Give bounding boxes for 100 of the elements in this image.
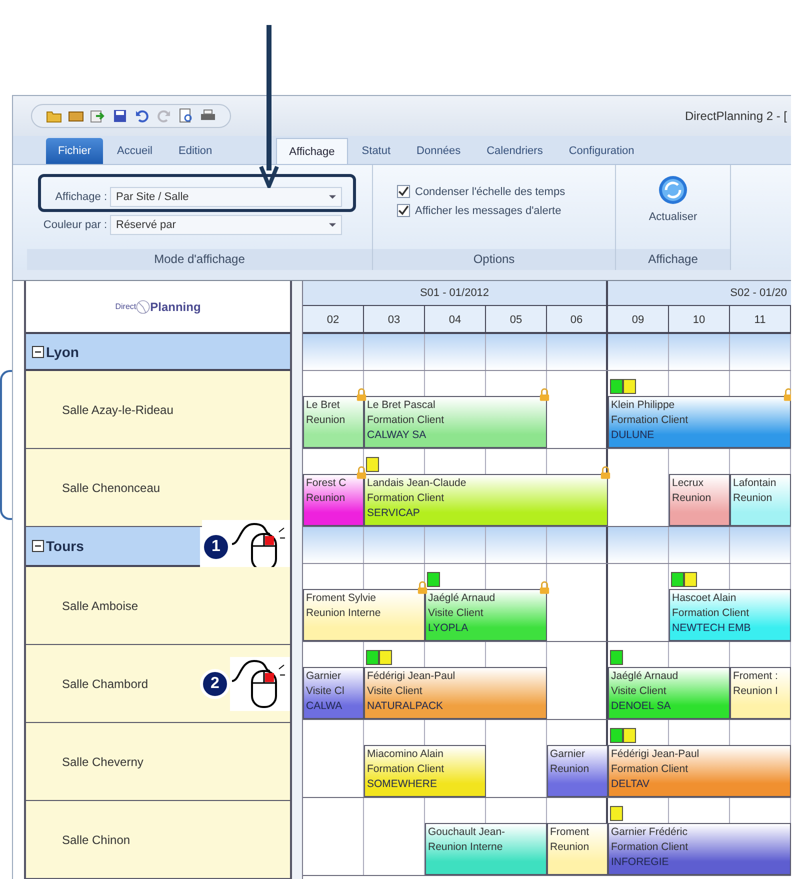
- logo: Direct Planning: [115, 300, 201, 314]
- booking-type: Reunion: [550, 840, 590, 855]
- preview-icon[interactable]: [178, 108, 194, 124]
- booking-client: DULUNE: [611, 428, 656, 443]
- import-icon[interactable]: [90, 108, 106, 124]
- dropdown[interactable]: Réservé par: [110, 215, 342, 235]
- booking-type: Formation Client: [367, 491, 446, 506]
- booking-name: Gouchault Jean-: [428, 825, 506, 840]
- undo-icon[interactable]: [134, 108, 150, 124]
- booking[interactable]: Froment Sylvie Reunion Interne: [303, 589, 425, 641]
- checkbox-label: Afficher les messages d'alerte: [415, 204, 562, 216]
- booking-name: Jaéglé Arnaud: [611, 669, 680, 684]
- ribbon-tab[interactable]: Données: [404, 138, 473, 164]
- booking[interactable]: Lafontain Reunion: [730, 474, 791, 526]
- room-name: Salle Azay-le-Rideau: [62, 402, 174, 416]
- booking[interactable]: Jaéglé Arnaud Visite Client LYOPLA: [425, 589, 547, 641]
- booking-type: Formation Client: [367, 762, 446, 777]
- booking-name: Fédérigi Jean-Paul: [367, 669, 456, 684]
- day-header: 06: [547, 306, 608, 334]
- week-header: S01 - 01/2012: [303, 281, 608, 306]
- booking[interactable]: Miacomino Alain Formation Client SOMEWHERE: [364, 745, 486, 797]
- week-header: S02 - 01/20: [608, 281, 791, 306]
- day-header: 11: [730, 306, 791, 334]
- save-icon[interactable]: [112, 108, 128, 124]
- booking[interactable]: Landais Jean-Claude Formation Client SERVICAP: [364, 474, 608, 526]
- room-name: Salle Chenonceau: [62, 480, 160, 494]
- booking-type: Visite Client: [428, 606, 484, 621]
- collapse-icon[interactable]: [32, 540, 44, 552]
- room-name: Salle Chinon: [62, 832, 130, 846]
- ribbon-tab[interactable]: Edition: [166, 138, 224, 164]
- field-label: Affichage :: [54, 191, 107, 203]
- ribbon-tab[interactable]: Calendriers: [474, 138, 555, 164]
- booking[interactable]: Garnier Visite Cl CALWA: [303, 667, 364, 719]
- booking-type: Reunion Interne: [306, 606, 382, 621]
- caret-icon[interactable]: [329, 223, 336, 227]
- booking[interactable]: Jaéglé Arnaud Visite Client DENOEL SA: [608, 667, 730, 719]
- window-title: DirectPlanning 2 - [: [684, 109, 787, 123]
- booking[interactable]: Fédérigi Jean-Paul Visite Client NATURALPACK: [364, 667, 547, 719]
- room-name: Salle Chambord: [62, 676, 148, 690]
- booking-type: Formation Client: [611, 840, 690, 855]
- booking-type: Reunion: [550, 762, 590, 777]
- room-name: Salle Cheverny: [62, 754, 144, 768]
- booking-type: Reunion: [733, 491, 774, 506]
- booking[interactable]: Froment Reunion: [547, 823, 608, 875]
- booking[interactable]: Garnier Frédéric Formation Client INFOREGIE: [608, 823, 791, 875]
- day-header: 04: [425, 306, 486, 334]
- dropdown[interactable]: Par Site / Salle: [110, 187, 342, 207]
- caret-icon[interactable]: [329, 195, 336, 199]
- ribbon-group-label: Mode d'affichage: [27, 249, 372, 270]
- booking-client: LYOPLA: [428, 621, 470, 636]
- room-row[interactable]: Salle Amboise: [26, 567, 290, 645]
- booking-type: Reunion Interne: [428, 840, 504, 855]
- step-number: 2: [200, 668, 230, 698]
- booking-name: Forest C: [306, 476, 348, 491]
- ribbon-tab[interactable]: Configuration: [556, 138, 646, 164]
- collapse-icon[interactable]: [32, 346, 44, 358]
- group-header[interactable]: Tours: [26, 527, 200, 567]
- file-tab[interactable]: Fichier: [46, 138, 104, 164]
- booking-name: Landais Jean-Claude: [367, 476, 468, 491]
- booking-type: Formation Client: [367, 413, 446, 428]
- booking[interactable]: Le Bret Pascal Formation Client CALWAY SA: [364, 396, 547, 448]
- refresh-button[interactable]: Actualiser: [638, 173, 708, 225]
- booking[interactable]: Le Bret Reunion: [303, 396, 364, 448]
- booking-type: Formation Client: [672, 606, 750, 621]
- booking-client: CALWA: [306, 699, 344, 714]
- booking-name: Fédérigi Jean-Paul: [611, 747, 700, 762]
- ribbon-tab[interactable]: Accueil: [105, 138, 164, 164]
- booking[interactable]: Gouchault Jean- Reunion Interne: [425, 823, 547, 875]
- checkbox-label: Condenser l'échelle des temps: [415, 186, 566, 198]
- group-header[interactable]: Lyon: [26, 334, 290, 371]
- booking-type: Visite Client: [367, 684, 424, 699]
- booking[interactable]: Fédérigi Jean-Paul Formation Client DELTAV: [608, 745, 791, 797]
- booking[interactable]: Froment : Reunion I: [730, 667, 791, 719]
- booking[interactable]: Garnier Reunion: [547, 745, 608, 797]
- field-label: Couleur par :: [42, 219, 107, 231]
- checkbox[interactable]: [397, 204, 410, 217]
- room-row[interactable]: Salle Chenonceau: [26, 449, 290, 527]
- ribbon-tab[interactable]: Statut: [350, 138, 403, 164]
- booking-client: DELTAV: [611, 777, 651, 792]
- splitter-bar[interactable]: [292, 281, 303, 879]
- booking[interactable]: Forest C Reunion: [303, 474, 364, 526]
- room-row[interactable]: Salle Azay-le-Rideau: [26, 371, 290, 449]
- ribbon-tab[interactable]: Affichage: [276, 138, 348, 164]
- room-row[interactable]: Salle Chinon: [26, 801, 290, 879]
- day-header: 09: [608, 306, 669, 334]
- booking-client: CALWAY SA: [367, 428, 428, 443]
- step-number: 1: [204, 535, 228, 559]
- room-row[interactable]: Salle Cheverny: [26, 723, 290, 801]
- booking-client: NEWTECH EMB: [672, 621, 752, 636]
- booking-client: NATURALPACK: [367, 699, 444, 714]
- room-row[interactable]: Salle Chambord: [26, 645, 200, 723]
- booking[interactable]: Klein Philippe Formation Client DULUNE: [608, 396, 791, 448]
- checkbox[interactable]: [397, 185, 410, 198]
- day-header: 03: [364, 306, 425, 334]
- booking[interactable]: Hascoet Alain Formation Client NEWTECH EMB: [669, 589, 791, 641]
- booking-name: Lafontain: [733, 476, 778, 491]
- booking-name: Froment Sylvie: [306, 591, 378, 606]
- booking-client: INFOREGIE: [611, 855, 670, 870]
- booking[interactable]: Lecrux Reunion: [669, 474, 730, 526]
- booking-name: Garnier: [550, 747, 586, 762]
